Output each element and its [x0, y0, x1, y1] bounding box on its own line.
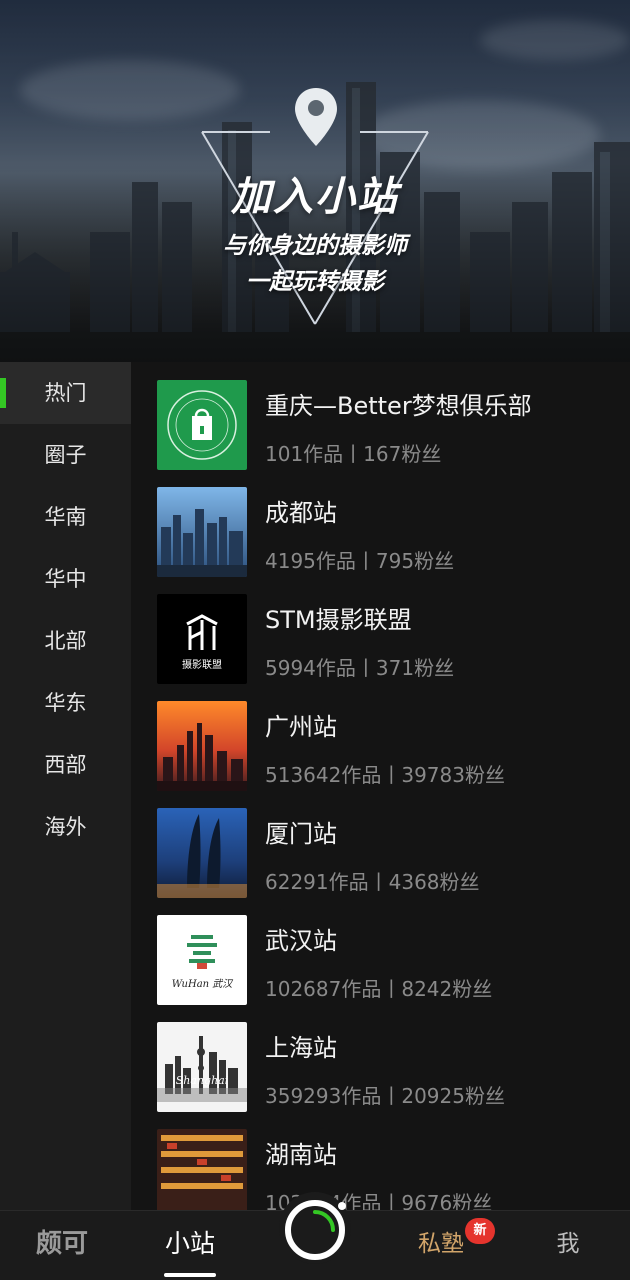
tab-home[interactable]: 颇可	[30, 1211, 94, 1280]
sidebar-item-west[interactable]: 西部	[0, 734, 131, 796]
station-thumbnail	[157, 701, 247, 791]
sidebar-item-hot[interactable]: 热门	[0, 362, 131, 424]
station-thumbnail	[157, 1129, 247, 1210]
tab-active-indicator	[164, 1273, 216, 1277]
hero-title: 加入小站	[231, 174, 399, 220]
list-item[interactable]: WuHan 武汉 武汉站 102687作品丨8242粉丝	[131, 897, 630, 1005]
station-thumbnail: Shanghai	[157, 1022, 247, 1112]
tab-school[interactable]: 私塾	[410, 1211, 472, 1280]
station-thumbnail	[157, 380, 247, 470]
station-list[interactable]: 重庆—Better梦想俱乐部 101作品丨167粉丝 成都站 4195作品丨79…	[131, 362, 630, 1210]
station-name: 湖南站	[265, 1141, 337, 1169]
tab-me[interactable]: 我	[548, 1211, 588, 1280]
sidebar-item-north[interactable]: 北部	[0, 610, 131, 672]
list-item[interactable]: Shanghai 上海站 359293作品丨20925粉丝	[131, 1004, 630, 1112]
location-pin-icon	[295, 88, 337, 146]
station-stats: 62291作品丨4368粉丝	[265, 870, 480, 894]
station-stats: 101作品丨167粉丝	[265, 442, 442, 466]
station-name: 武汉站	[265, 927, 337, 955]
wuhan-caption: WuHan 武汉	[172, 978, 234, 990]
station-stats: 4195作品丨795粉丝	[265, 549, 455, 573]
hero-subtitle-line2: 一起玩转摄影	[246, 269, 384, 295]
list-item[interactable]: 重庆—Better梦想俱乐部 101作品丨167粉丝	[131, 362, 630, 470]
hero-subtitle-line1: 与你身边的摄影师	[223, 233, 407, 259]
station-stats: 102687作品丨8242粉丝	[265, 977, 493, 1001]
sidebar-item-east[interactable]: 华东	[0, 672, 131, 734]
sidebar-item-central[interactable]: 华中	[0, 548, 131, 610]
list-item[interactable]: 厦门站 62291作品丨4368粉丝	[131, 790, 630, 898]
station-stats: 513642作品丨39783粉丝	[265, 763, 505, 787]
station-stats: 359293作品丨20925粉丝	[265, 1084, 505, 1108]
list-item[interactable]: 摄影联盟 STM摄影联盟 5994作品丨371粉丝	[131, 576, 630, 684]
sidebar-item-south[interactable]: 华南	[0, 486, 131, 548]
station-name: 重庆—Better梦想俱乐部	[265, 392, 532, 420]
list-item[interactable]: 成都站 4195作品丨795粉丝	[131, 469, 630, 577]
list-item[interactable]: 湖南站 102794作品丨9676粉丝	[131, 1111, 630, 1210]
station-thumbnail: 摄影联盟	[157, 594, 247, 684]
station-name: STM摄影联盟	[265, 606, 412, 634]
station-name: 广州站	[265, 713, 337, 741]
station-stats: 5994作品丨371粉丝	[265, 656, 455, 680]
station-name: 成都站	[265, 499, 337, 527]
camera-publish-button[interactable]	[277, 1190, 353, 1266]
tab-station[interactable]: 小站	[150, 1211, 230, 1280]
list-item[interactable]: 广州站 513642作品丨39783粉丝	[131, 683, 630, 791]
shanghai-caption: Shanghai	[176, 1074, 228, 1087]
hero-banner[interactable]: 加入小站 与你身边的摄影师 一起玩转摄影	[0, 0, 630, 362]
region-sidebar: 热门 圈子 华南 华中 北部 华东 西部 海外	[0, 362, 131, 1210]
sidebar-item-circle[interactable]: 圈子	[0, 424, 131, 486]
station-name: 厦门站	[265, 820, 337, 848]
station-thumbnail	[157, 487, 247, 577]
station-name: 上海站	[265, 1034, 337, 1062]
stm-caption: 摄影联盟	[182, 658, 222, 671]
station-thumbnail	[157, 808, 247, 898]
sidebar-item-overseas[interactable]: 海外	[0, 796, 131, 858]
new-badge: 新	[465, 1218, 495, 1244]
station-thumbnail: WuHan 武汉	[157, 915, 247, 1005]
